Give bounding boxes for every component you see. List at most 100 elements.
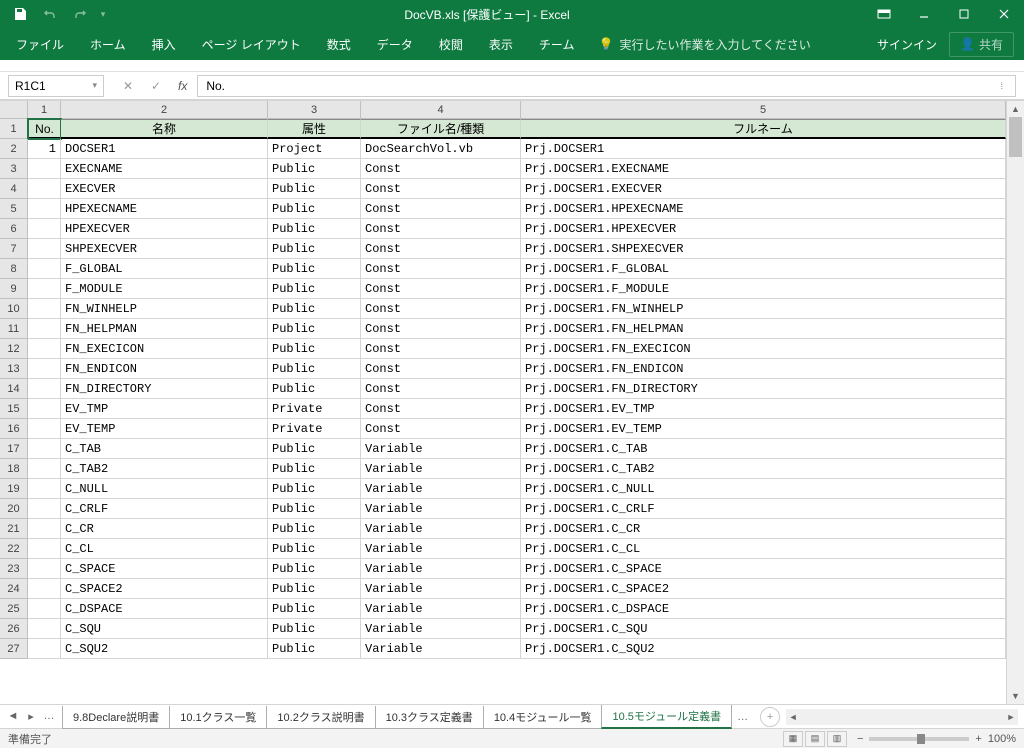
cell[interactable]: Prj.DOCSER1.C_CL [521, 539, 1006, 559]
cell[interactable]: Public [268, 499, 361, 519]
cell[interactable] [28, 579, 61, 599]
cell[interactable]: FN_EXECICON [61, 339, 268, 359]
cell[interactable]: Const [361, 319, 521, 339]
cell[interactable] [28, 459, 61, 479]
cell[interactable]: Public [268, 319, 361, 339]
normal-view-button[interactable]: ▦ [783, 731, 803, 747]
cell[interactable]: 名称 [61, 119, 268, 139]
cell[interactable] [28, 519, 61, 539]
cell[interactable]: C_CRLF [61, 499, 268, 519]
signin-link[interactable]: サインイン [867, 36, 947, 53]
page-layout-button[interactable]: ▤ [805, 731, 825, 747]
tab-nav-more-icon[interactable]: … [42, 710, 56, 723]
cell[interactable]: Variable [361, 499, 521, 519]
cell[interactable]: Prj.DOCSER1.FN_ENDICON [521, 359, 1006, 379]
cell[interactable] [28, 239, 61, 259]
row-header[interactable]: 22 [0, 539, 28, 559]
cell[interactable]: Const [361, 379, 521, 399]
cell[interactable]: 属性 [268, 119, 361, 139]
cell[interactable]: FN_HELPMAN [61, 319, 268, 339]
row-header[interactable]: 18 [0, 459, 28, 479]
cell[interactable]: Public [268, 639, 361, 659]
cell[interactable] [28, 279, 61, 299]
cell[interactable] [28, 419, 61, 439]
tab-review[interactable]: 校閲 [427, 30, 475, 59]
cell[interactable]: Variable [361, 639, 521, 659]
cell[interactable]: フルネーム [521, 119, 1006, 139]
cell[interactable]: Variable [361, 479, 521, 499]
cell[interactable]: DOCSER1 [61, 139, 268, 159]
cell[interactable]: Public [268, 599, 361, 619]
sheet-tab[interactable]: 10.4モジュール一覧 [483, 706, 603, 729]
cell[interactable]: Public [268, 219, 361, 239]
cell[interactable] [28, 339, 61, 359]
row-header[interactable]: 19 [0, 479, 28, 499]
col-header[interactable]: 1 [28, 101, 61, 118]
cell[interactable]: Public [268, 619, 361, 639]
minimize-button[interactable] [904, 0, 944, 28]
cell[interactable]: Public [268, 299, 361, 319]
vertical-scrollbar[interactable]: ▲ ▼ [1006, 101, 1024, 704]
sheet-tab[interactable]: 10.3クラス定義書 [375, 706, 484, 729]
cell[interactable]: Const [361, 419, 521, 439]
cell[interactable] [28, 379, 61, 399]
row-header[interactable]: 11 [0, 319, 28, 339]
cell[interactable] [28, 359, 61, 379]
cell[interactable]: Public [268, 239, 361, 259]
add-sheet-button[interactable]: + [760, 707, 780, 727]
tab-data[interactable]: データ [365, 30, 425, 59]
cell[interactable]: Public [268, 159, 361, 179]
cell[interactable] [28, 479, 61, 499]
scroll-up-icon[interactable]: ▲ [1007, 101, 1024, 117]
cell[interactable]: C_CL [61, 539, 268, 559]
cell[interactable]: C_SQU2 [61, 639, 268, 659]
cell[interactable] [28, 399, 61, 419]
row-header[interactable]: 27 [0, 639, 28, 659]
cell[interactable] [28, 499, 61, 519]
cell[interactable]: FN_ENDICON [61, 359, 268, 379]
cell[interactable] [28, 599, 61, 619]
row-header[interactable]: 3 [0, 159, 28, 179]
cell[interactable]: Public [268, 579, 361, 599]
cell[interactable]: Prj.DOCSER1.EXECNAME [521, 159, 1006, 179]
row-header[interactable]: 13 [0, 359, 28, 379]
ribbon-display-button[interactable] [864, 0, 904, 28]
cell[interactable]: Const [361, 239, 521, 259]
row-header[interactable]: 8 [0, 259, 28, 279]
zoom-out-button[interactable]: − [857, 733, 863, 745]
cell[interactable]: Prj.DOCSER1.F_MODULE [521, 279, 1006, 299]
cell[interactable]: SHPEXECVER [61, 239, 268, 259]
share-button[interactable]: 👤 共有 [949, 32, 1014, 57]
row-header[interactable]: 1 [0, 119, 28, 139]
cell[interactable]: Prj.DOCSER1.C_CR [521, 519, 1006, 539]
cell[interactable] [28, 439, 61, 459]
cell[interactable]: C_TAB2 [61, 459, 268, 479]
cell[interactable]: Const [361, 279, 521, 299]
cell[interactable]: Private [268, 419, 361, 439]
cell[interactable]: C_NULL [61, 479, 268, 499]
tab-file[interactable]: ファイル [4, 30, 76, 59]
cell[interactable]: Prj.DOCSER1.SHPEXECVER [521, 239, 1006, 259]
cell[interactable]: Prj.DOCSER1.C_DSPACE [521, 599, 1006, 619]
row-header[interactable]: 7 [0, 239, 28, 259]
row-header[interactable]: 12 [0, 339, 28, 359]
maximize-button[interactable] [944, 0, 984, 28]
cell[interactable] [28, 539, 61, 559]
cell[interactable] [28, 619, 61, 639]
sheet-tab[interactable]: 10.2クラス説明書 [266, 706, 375, 729]
sheet-tab[interactable]: 9.8Declare説明書 [62, 706, 170, 729]
tab-view[interactable]: 表示 [477, 30, 525, 59]
cell[interactable]: Public [268, 279, 361, 299]
cell[interactable] [28, 159, 61, 179]
cell[interactable]: FN_WINHELP [61, 299, 268, 319]
cell[interactable]: Prj.DOCSER1.C_SPACE2 [521, 579, 1006, 599]
cell[interactable]: Prj.DOCSER1.HPEXECVER [521, 219, 1006, 239]
undo-button[interactable] [36, 2, 64, 26]
cell[interactable]: Variable [361, 519, 521, 539]
row-header[interactable]: 26 [0, 619, 28, 639]
sheet-tab[interactable]: 10.1クラス一覧 [169, 706, 267, 729]
zoom-in-button[interactable]: + [975, 733, 981, 745]
cell[interactable]: Prj.DOCSER1.FN_HELPMAN [521, 319, 1006, 339]
col-header[interactable]: 4 [361, 101, 521, 118]
cell[interactable]: HPEXECVER [61, 219, 268, 239]
